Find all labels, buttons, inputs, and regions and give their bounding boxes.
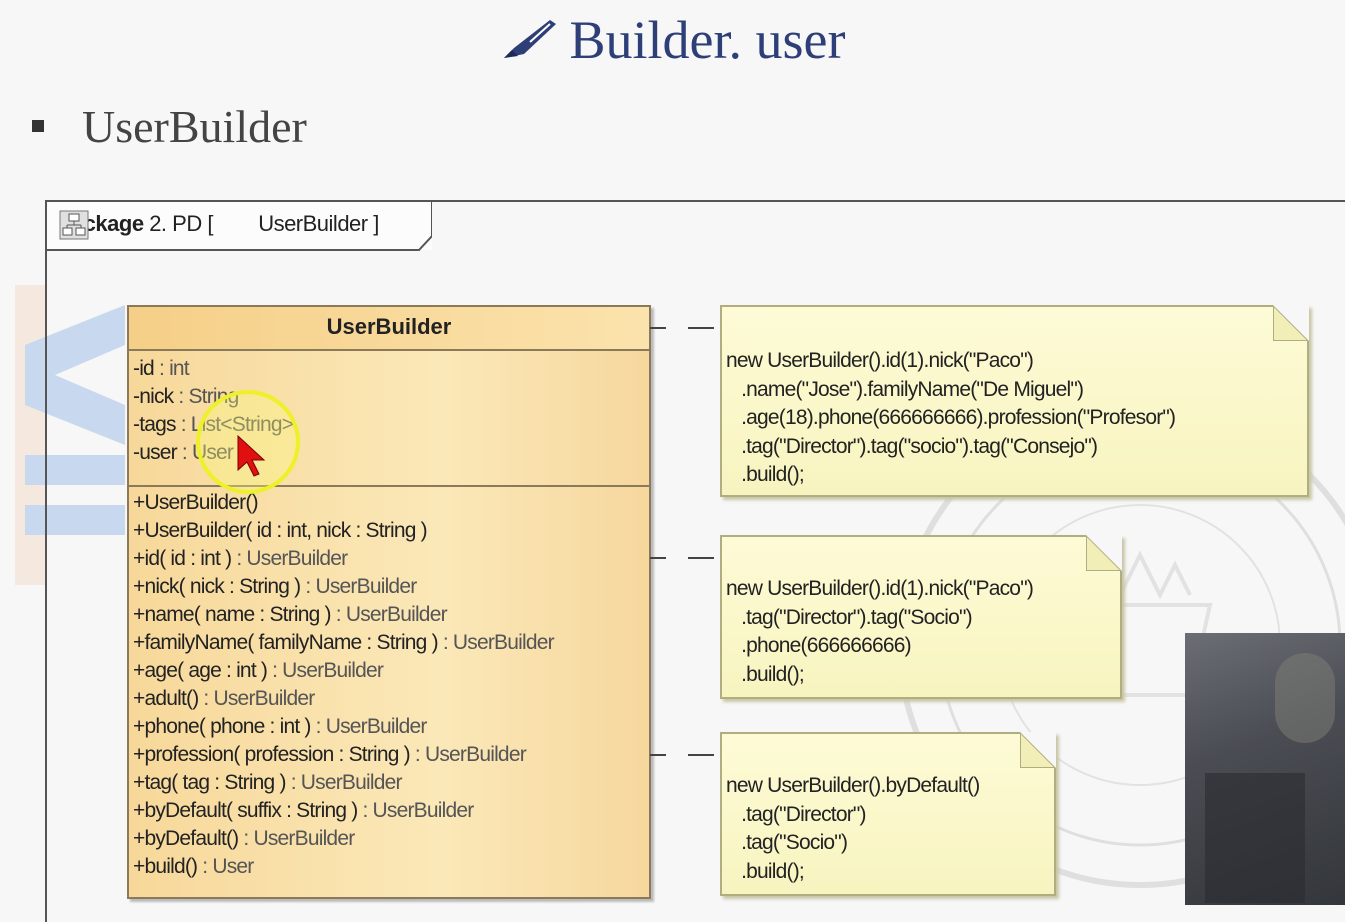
attribute-type: int (169, 357, 190, 380)
webcam-blur (1275, 653, 1335, 743)
operation-return: : UserBuilder (357, 799, 474, 822)
operation-signature: +name( name : String ) (133, 603, 332, 626)
uml-class-userbuilder: UserBuilder -id : int -nick : String -tags… (127, 305, 651, 899)
attribute-separator: : (175, 413, 191, 436)
frame-label: package 2. PD [ UserBuilder ] (59, 210, 379, 240)
attribute-separator: : (153, 357, 170, 380)
uml-note: new UserBuilder().byDefault() .tag("Dire… (720, 732, 1056, 896)
uml-note: new UserBuilder().id(1).nick("Paco") .ta… (720, 535, 1122, 699)
note-line: .tag("Director") (726, 802, 866, 826)
note-code: new UserBuilder().id(1).nick("Paco") .ta… (726, 575, 1034, 689)
class-operation: +UserBuilder() (129, 489, 649, 517)
note-connector (650, 327, 720, 329)
note-fold (1020, 732, 1056, 768)
class-operation: +familyName( familyName : String ) : Use… (129, 629, 649, 657)
operation-return: : UserBuilder (198, 687, 315, 710)
operation-signature: +build() (133, 855, 198, 878)
operation-signature: +phone( phone : int ) (133, 715, 311, 738)
note-fold (1086, 535, 1122, 571)
class-operation: +byDefault( suffix : String ) : UserBuil… (129, 797, 649, 825)
attribute-name: -user (133, 441, 178, 464)
note-connector (650, 557, 720, 559)
class-operation: +age( age : int ) : UserBuilder (129, 657, 649, 685)
note-line: .tag("Director").tag("socio").tag("Conse… (726, 434, 1098, 458)
operation-return: : UserBuilder (238, 827, 355, 850)
frame-label-name: UserBuilder ] (258, 210, 379, 236)
slide-title: Builder. user (0, 8, 1345, 78)
slide-title-text: Builder. user (569, 10, 846, 70)
frame-label-prefix: 2. PD [ (149, 210, 213, 236)
class-operation: +phone( phone : int ) : UserBuilder (129, 713, 649, 741)
operation-signature: +UserBuilder() (133, 491, 259, 514)
class-operation: +tag( tag : String ) : UserBuilder (129, 769, 649, 797)
class-operation: +adult() : UserBuilder (129, 685, 649, 713)
note-line: .build(); (726, 662, 805, 686)
bullet-marker (32, 120, 44, 132)
class-diagram-icon (59, 210, 251, 240)
class-operation: +byDefault() : UserBuilder (129, 825, 649, 853)
operation-signature: +age( age : int ) (133, 659, 268, 682)
class-attribute: -id : int (129, 355, 649, 383)
class-operation: +UserBuilder( id : int, nick : String ) (129, 517, 649, 545)
cursor-arrow-icon (237, 434, 266, 477)
operation-signature: +nick( nick : String ) (133, 575, 301, 598)
uml-note: new UserBuilder().id(1).nick("Paco") .na… (720, 305, 1309, 497)
operation-signature: +byDefault() (133, 827, 239, 850)
note-connector (650, 754, 720, 756)
operation-signature: +adult() (133, 687, 199, 710)
webcam-blur (1205, 773, 1305, 903)
webcam-overlay (1185, 633, 1345, 905)
class-attribute: -nick : String (129, 383, 649, 411)
operation-return: : UserBuilder (437, 631, 555, 654)
operation-return: : UserBuilder (231, 547, 348, 570)
note-line: .name("Jose").familyName("De Miguel") (726, 377, 1084, 401)
note-line: new UserBuilder().byDefault() (726, 774, 980, 797)
class-operation: +build() : User (129, 853, 649, 881)
operation-signature: +tag( tag : String ) (133, 771, 286, 794)
note-line: .tag("Socio") (726, 831, 848, 854)
attribute-name: -nick (133, 385, 174, 408)
pen-icon (500, 14, 560, 78)
note-line: .phone(666666666) (726, 634, 912, 657)
attribute-separator: : (173, 385, 189, 408)
operation-signature: +id( id : int ) (133, 547, 232, 570)
bullet-text: UserBuilder (82, 101, 307, 152)
operation-return: : User (197, 855, 254, 878)
class-operation: +nick( nick : String ) : UserBuilder (129, 573, 649, 601)
note-code: new UserBuilder().id(1).nick("Paco") .na… (726, 347, 1176, 490)
class-operation: +name( name : String ) : UserBuilder (129, 601, 649, 629)
class-operation: +profession( profession : String ) : Use… (129, 741, 649, 769)
class-operations: +UserBuilder() +UserBuilder( id : int, ni… (129, 487, 649, 881)
operation-signature: +byDefault( suffix : String ) (133, 799, 358, 822)
note-line: .build(); (726, 859, 805, 883)
operation-signature: +profession( profession : String ) (133, 743, 411, 766)
operation-return: : UserBuilder (285, 771, 403, 794)
attribute-name: -tags (133, 413, 176, 436)
attribute-separator: : (176, 441, 192, 464)
note-line: .tag("Director").tag("Socio") (726, 605, 973, 629)
operation-signature: +UserBuilder( id : int, nick : String ) (133, 519, 428, 542)
note-line: new UserBuilder().id(1).nick("Paco") (726, 349, 1034, 372)
class-name: UserBuilder (129, 307, 649, 351)
note-line: new UserBuilder().id(1).nick("Paco") (726, 577, 1034, 600)
attribute-name: -id (133, 357, 155, 380)
note-fold (1273, 305, 1309, 341)
class-operation: +id( id : int ) : UserBuilder (129, 545, 649, 573)
operation-return: : UserBuilder (310, 715, 428, 738)
note-code: new UserBuilder().byDefault() .tag("Dire… (726, 772, 980, 886)
operation-return: : UserBuilder (409, 743, 527, 766)
operation-signature: +familyName( familyName : String ) (133, 631, 439, 654)
note-line: .build(); (726, 463, 805, 486)
operation-return: : UserBuilder (300, 575, 417, 598)
operation-return: : UserBuilder (267, 659, 384, 682)
frame-tab: package 2. PD [ UserBuilder ] (47, 202, 432, 251)
note-line: .age(18).phone(666666666).profession("Pr… (726, 406, 1176, 429)
operation-return: : UserBuilder (330, 603, 448, 626)
